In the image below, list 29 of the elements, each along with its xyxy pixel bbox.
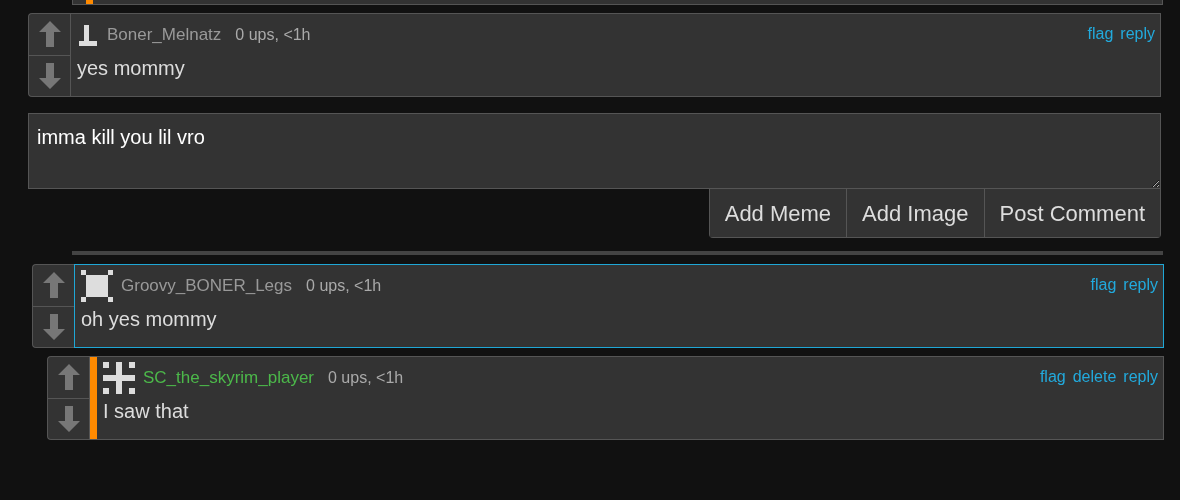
username[interactable]: SC_the_skyrim_player xyxy=(143,365,314,391)
action-link[interactable]: flag xyxy=(1087,22,1114,46)
action-link[interactable]: delete xyxy=(1072,365,1117,389)
comment-meta: 0 ups, <1h xyxy=(306,276,382,296)
action-link[interactable]: reply xyxy=(1123,365,1158,389)
avatar-icon xyxy=(77,24,99,46)
action-link[interactable]: flag xyxy=(1039,365,1066,389)
action-link[interactable]: reply xyxy=(1123,273,1158,297)
action-link[interactable]: reply xyxy=(1120,22,1155,46)
username[interactable]: Boner_Melnatz xyxy=(107,22,222,48)
comment-meta: 0 ups, <1h xyxy=(328,368,404,388)
upvote-icon xyxy=(57,364,80,391)
comment-text: I saw that xyxy=(103,399,190,424)
comment-text: yes mommy xyxy=(77,56,186,81)
downvote-icon xyxy=(38,62,61,89)
username[interactable]: Groovy_BONER_Legs xyxy=(121,273,293,299)
avatar-icon xyxy=(81,270,113,302)
downvote-icon xyxy=(57,405,80,432)
comment-text: oh yes mommy xyxy=(81,307,218,332)
avatar-icon xyxy=(103,362,135,394)
upvote-icon xyxy=(42,272,65,299)
comment-meta: 0 ups, <1h xyxy=(235,25,311,45)
form-button[interactable]: Add Meme xyxy=(709,189,847,237)
comment-input[interactable]: imma kill you lil vro xyxy=(28,113,1161,189)
form-button[interactable]: Add Image xyxy=(846,189,984,237)
action-link[interactable]: flag xyxy=(1090,273,1117,297)
downvote-icon xyxy=(42,313,65,340)
upvote-icon xyxy=(38,21,61,48)
form-button[interactable]: Post Comment xyxy=(983,189,1160,237)
